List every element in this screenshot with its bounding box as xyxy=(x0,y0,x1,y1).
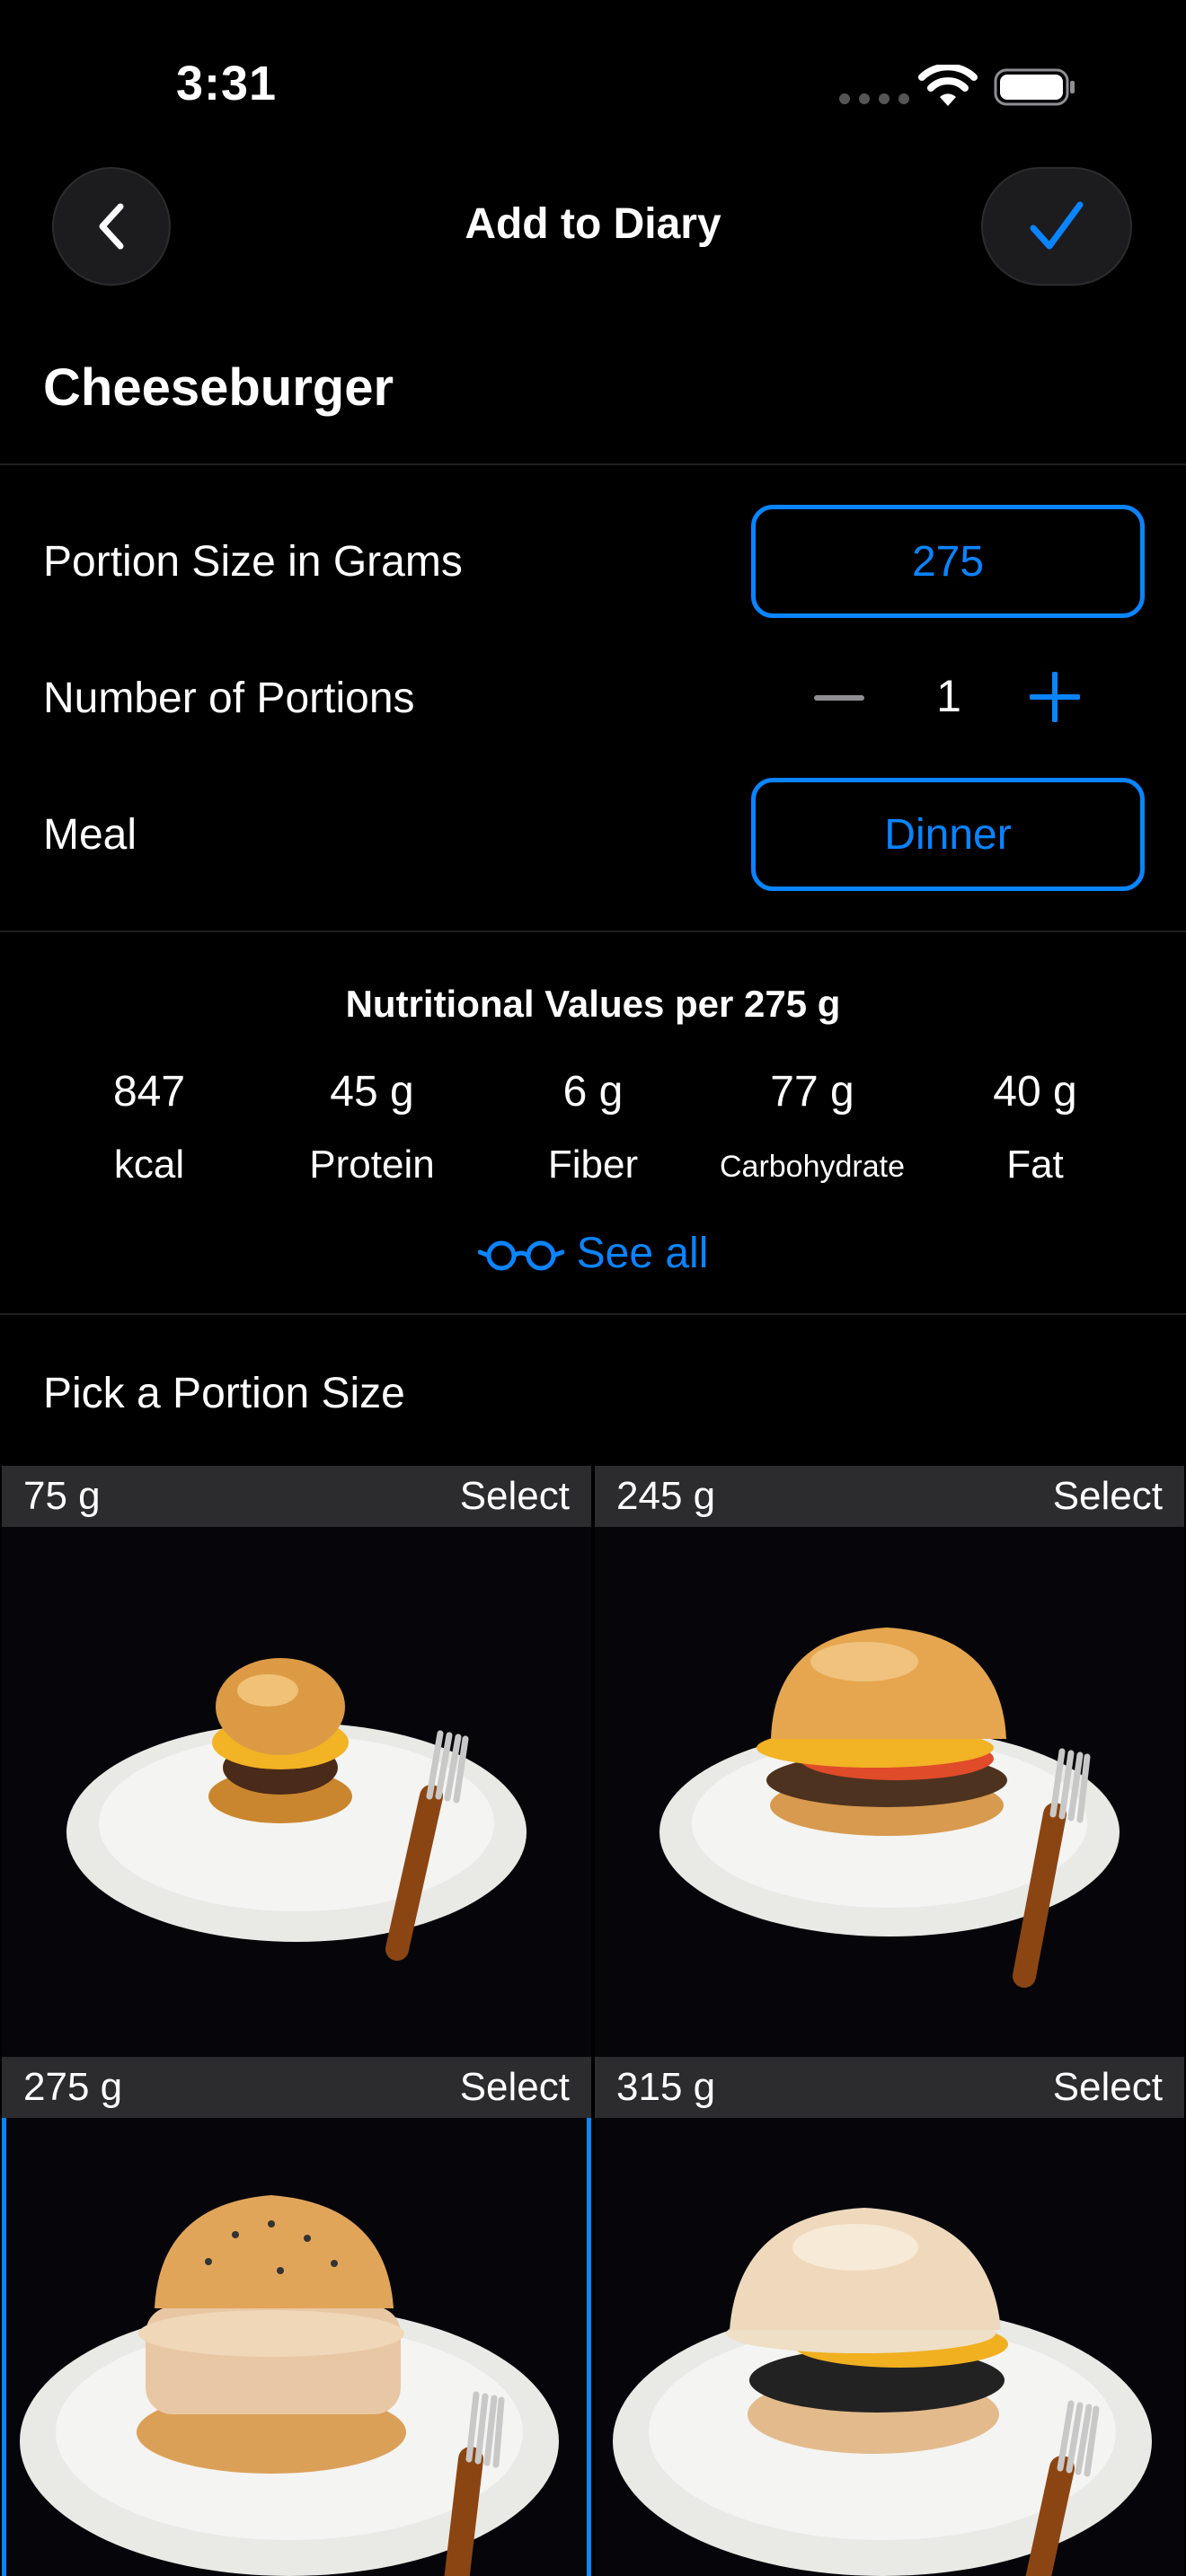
done-button[interactable] xyxy=(981,167,1132,286)
nutrition-label: Fat xyxy=(1006,1142,1064,1187)
nutrition-value: 77 g xyxy=(770,1068,854,1116)
burger-photo xyxy=(659,1628,1120,1988)
portion-option-header: 315 g Select xyxy=(595,2057,1184,2118)
see-all-button[interactable]: See all xyxy=(0,1229,1186,1278)
glasses-icon xyxy=(477,1240,564,1270)
divider xyxy=(0,1313,1186,1315)
battery-icon xyxy=(994,68,1075,106)
decrement-button[interactable] xyxy=(814,695,864,701)
meal-picker[interactable]: Dinner xyxy=(751,778,1145,891)
nutrition-value: 45 g xyxy=(330,1068,414,1116)
checkmark-icon xyxy=(1030,201,1084,250)
status-time: 3:31 xyxy=(176,57,278,110)
select-button[interactable]: Select xyxy=(460,1474,570,1519)
nutrition-label: Fiber xyxy=(547,1142,639,1187)
portion-option-header: 275 g Select xyxy=(2,2057,591,2118)
nutrition-title: Nutritional Values per 275 g xyxy=(345,983,841,1025)
see-all-label: See all xyxy=(576,1230,709,1277)
portion-picker-title: Pick a Portion Size xyxy=(43,1370,405,1417)
burger-photo xyxy=(613,2208,1152,2576)
nutrition-label: Carbohydrate xyxy=(719,1150,905,1184)
wifi-icon xyxy=(918,65,978,106)
meal-label: Meal xyxy=(43,811,137,859)
nutrition-label: kcal xyxy=(113,1142,185,1187)
nutrition-value: 847 xyxy=(112,1068,186,1116)
select-button[interactable]: Select xyxy=(1053,2065,1163,2110)
portion-option[interactable]: 245 g Select xyxy=(595,1466,1184,2057)
divider xyxy=(0,931,1186,932)
nutrition-label: Protein xyxy=(309,1142,435,1187)
portions-value: 1 xyxy=(936,671,961,721)
burger-photo xyxy=(66,1658,527,1961)
portion-grams: 75 g xyxy=(23,1474,101,1518)
select-button[interactable]: Select xyxy=(1053,1474,1163,1519)
divider xyxy=(0,463,1186,465)
cellular-signal-icon xyxy=(839,93,909,104)
portion-option[interactable]: 75 g Select xyxy=(2,1466,591,2057)
burger-photo xyxy=(20,2195,559,2576)
food-name: Cheeseburger xyxy=(43,358,394,417)
nutrition-value: 6 g xyxy=(562,1068,624,1116)
portions-label: Number of Portions xyxy=(43,675,415,722)
portion-option[interactable]: 275 g Select xyxy=(2,2057,591,2576)
portion-grams: 315 g xyxy=(616,2065,716,2109)
increment-button[interactable] xyxy=(1030,672,1080,722)
select-button[interactable]: Select xyxy=(460,2065,570,2110)
portion-option-header: 75 g Select xyxy=(2,1466,591,1527)
portion-size-label: Portion Size in Grams xyxy=(43,538,463,586)
nutrition-value: 40 g xyxy=(993,1068,1077,1116)
portion-option[interactable]: 315 g Select xyxy=(595,2057,1184,2576)
portion-grams: 245 g xyxy=(616,1474,716,1518)
portion-size-input[interactable]: 275 xyxy=(751,505,1145,618)
portion-option-header: 245 g Select xyxy=(595,1466,1184,1527)
portion-grams: 275 g xyxy=(23,2065,123,2109)
